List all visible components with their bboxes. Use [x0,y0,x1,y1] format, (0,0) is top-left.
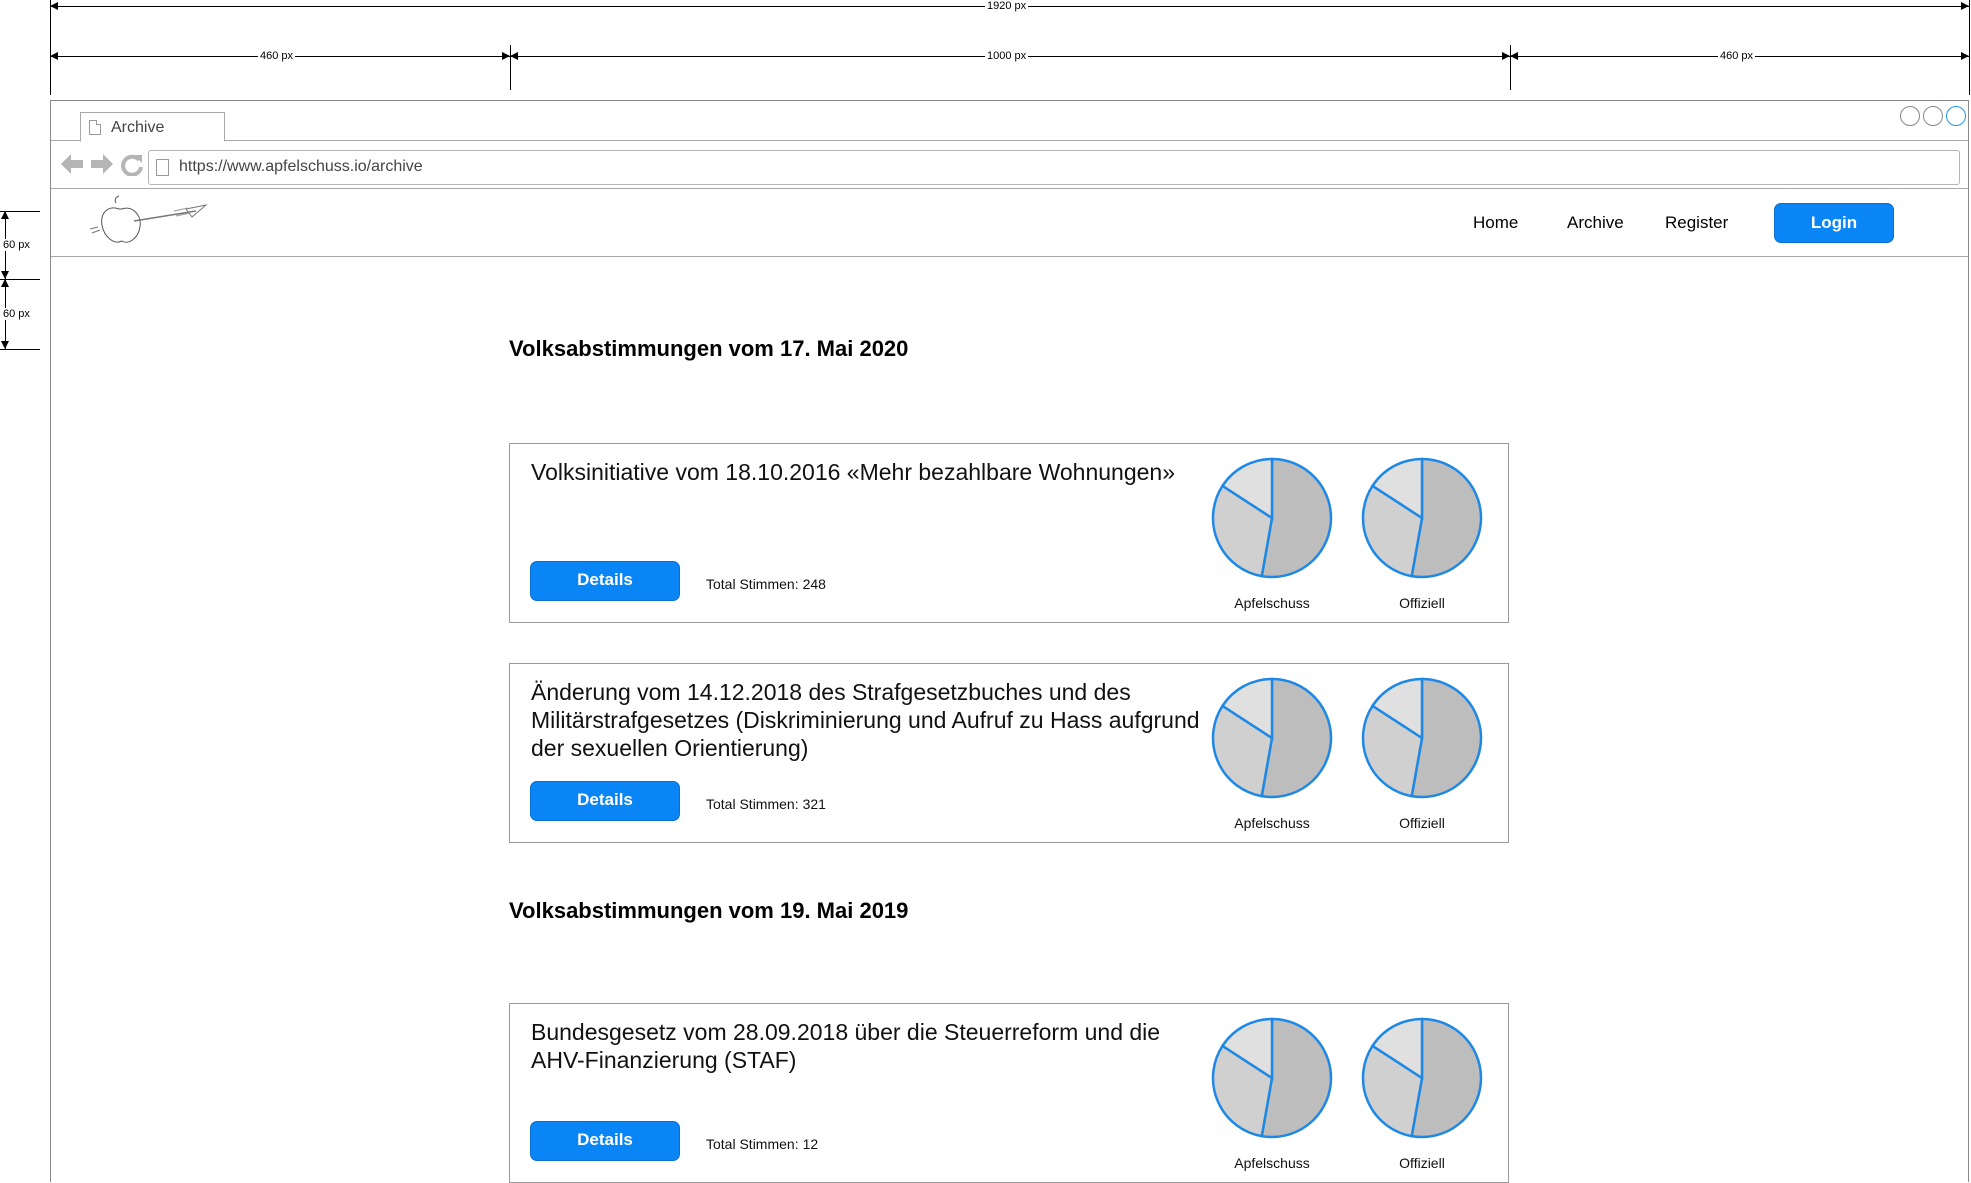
vote-card: Änderung vom 14.12.2018 des Strafgesetzb… [509,663,1509,843]
section-title: Volksabstimmungen vom 19. Mai 2019 [509,898,909,923]
pie-label-apfelschuss: Apfelschuss [1234,595,1310,611]
navbar-height-label: 60 px [1,239,32,251]
vote-title: Bundesgesetz vom 28.09.2018 über die Ste… [531,1019,1161,1073]
content-width-label: 1000 px [985,50,1029,62]
site-navbar: Home Archive Register Login [51,189,1968,257]
total-votes: Total Stimmen: 321 [702,796,826,812]
pie-chart-offiziell [1361,457,1483,579]
pie-chart-offiziell [1361,1017,1483,1139]
minimize-icon[interactable] [1900,106,1920,126]
url-input[interactable]: https://www.apfelschuss.io/archive [148,150,1960,185]
gap-height-label: 60 px [1,308,32,320]
document-icon [156,159,169,176]
arrow-left-icon[interactable] [61,154,83,176]
nav-register[interactable]: Register [1665,213,1728,233]
tab-label: Archive [111,119,165,136]
total-value: 321 [802,796,826,812]
total-label: Total Stimmen: [706,576,799,592]
total-label: Total Stimmen: [706,1136,799,1152]
arrow-right-icon[interactable] [91,154,113,176]
pie-label-offiziell: Offiziell [1399,815,1445,831]
maximize-icon[interactable] [1923,106,1943,126]
pie-chart-offiziell [1361,677,1483,799]
total-value: 248 [802,576,826,592]
total-votes: Total Stimmen: 248 [702,576,826,592]
nav-archive[interactable]: Archive [1567,213,1624,233]
total-label: Total Stimmen: [706,796,799,812]
total-value: 12 [802,1136,819,1152]
vote-title: Änderung vom 14.12.2018 des Strafgesetzb… [531,679,1200,761]
nav-home[interactable]: Home [1473,213,1518,233]
pie-chart-apfelschuss [1211,1017,1333,1139]
pie-label-offiziell: Offiziell [1399,595,1445,611]
vote-card: Volksinitiative vom 18.10.2016 «Mehr bez… [509,443,1509,623]
total-width-label: 1920 px [985,0,1029,12]
tab-archive[interactable]: Archive [80,112,225,142]
tab-bar: Archive [51,101,1968,142]
right-margin-label: 460 px [1718,50,1756,62]
details-button[interactable]: Details [530,781,680,821]
document-icon [89,120,101,135]
close-icon[interactable] [1946,106,1966,126]
pie-chart-apfelschuss [1211,457,1333,579]
url-text: https://www.apfelschuss.io/archive [179,158,423,175]
apple-arrow-logo-icon[interactable] [88,195,208,253]
reload-icon[interactable] [121,154,143,178]
browser-window: Archive https://www.apfelschuss.io/archi… [50,100,1969,1183]
section-title: Volksabstimmungen vom 17. Mai 2020 [509,336,909,361]
total-votes: Total Stimmen: 12 [702,1136,818,1152]
vote-title: Volksinitiative vom 18.10.2016 «Mehr bez… [531,459,1175,485]
address-bar: https://www.apfelschuss.io/archive [51,141,1968,189]
main-content: Volksabstimmungen vom 17. Mai 2020 Volks… [51,258,1968,1183]
pie-label-offiziell: Offiziell [1399,1155,1445,1171]
pie-chart-apfelschuss [1211,677,1333,799]
left-margin-label: 460 px [258,50,296,62]
details-button[interactable]: Details [530,1121,680,1161]
pie-label-apfelschuss: Apfelschuss [1234,1155,1310,1171]
window-controls [1900,106,1966,126]
login-button[interactable]: Login [1774,203,1894,243]
vote-card: Bundesgesetz vom 28.09.2018 über die Ste… [509,1003,1509,1183]
pie-label-apfelschuss: Apfelschuss [1234,815,1310,831]
details-button[interactable]: Details [530,561,680,601]
